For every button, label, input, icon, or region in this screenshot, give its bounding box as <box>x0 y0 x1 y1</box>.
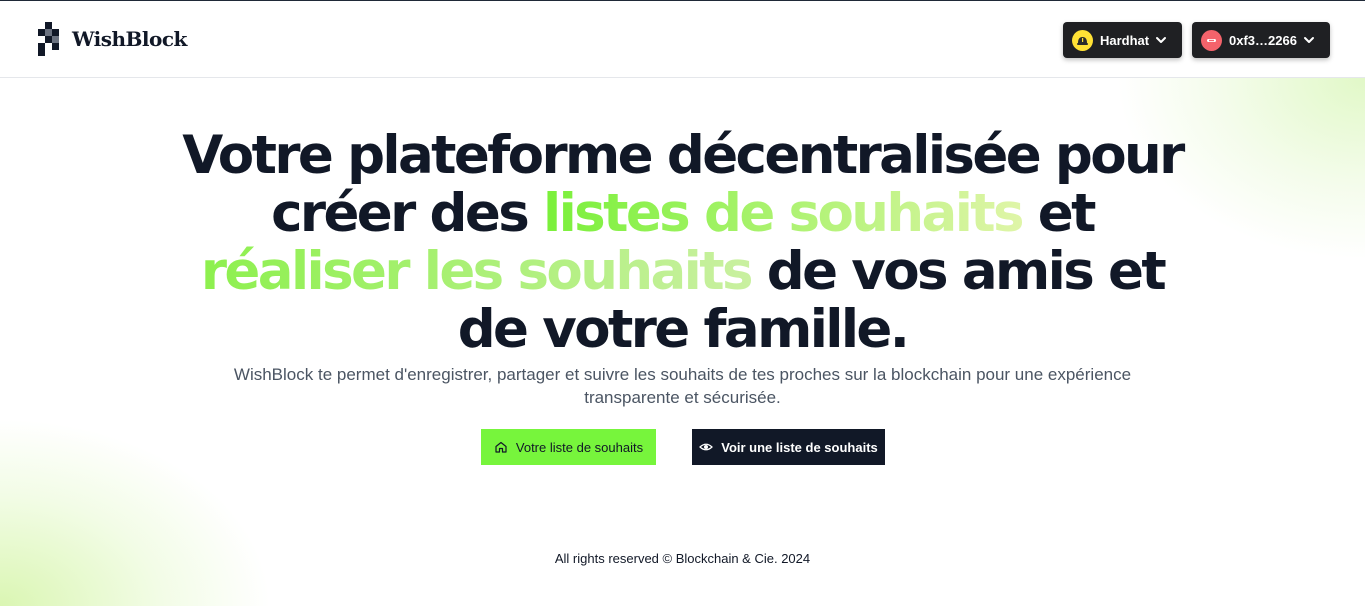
my-wishlist-label: Votre liste de souhaits <box>515 439 644 455</box>
top-navbar: WishBlock Hardhat 0xf3…2266 <box>0 1 1365 78</box>
hero-title-text: et <box>1021 183 1097 244</box>
hero-title-highlight-wishlists: listes de souhaits <box>543 183 1025 244</box>
hero-title-highlight-fulfill: réaliser les souhaits <box>200 241 754 302</box>
view-wishlist-button[interactable]: Voir une liste de souhaits <box>692 429 885 465</box>
network-label: Hardhat <box>1100 32 1150 48</box>
hardhat-icon <box>1072 29 1093 51</box>
footer-copyright: All rights reserved © Blockchain & Cie. … <box>554 551 811 566</box>
account-button[interactable]: 0xf3…2266 <box>1192 22 1330 58</box>
chevron-down-icon <box>1303 37 1314 43</box>
account-avatar-icon <box>1201 29 1222 51</box>
view-wishlist-label: Voir une liste de souhaits <box>721 439 878 455</box>
chevron-down-icon <box>1156 37 1167 43</box>
hero-subtitle: WishBlock te permet d'enregistrer, parta… <box>233 365 1132 407</box>
account-address: 0xf3…2266 <box>1229 32 1297 48</box>
my-wishlist-button[interactable]: Votre liste de souhaits <box>481 429 656 465</box>
logo-text: WishBlock <box>72 27 187 51</box>
network-selector-button[interactable]: Hardhat <box>1063 22 1182 58</box>
eye-icon <box>699 443 714 451</box>
hero-title: Votre plateforme décentralisée pour crée… <box>182 127 1185 359</box>
logo-pixel-icon <box>38 22 59 56</box>
page: WishBlock Hardhat 0xf3…2266 Votre platef… <box>0 0 1365 606</box>
logo[interactable]: WishBlock <box>38 21 187 57</box>
home-icon <box>495 441 507 453</box>
